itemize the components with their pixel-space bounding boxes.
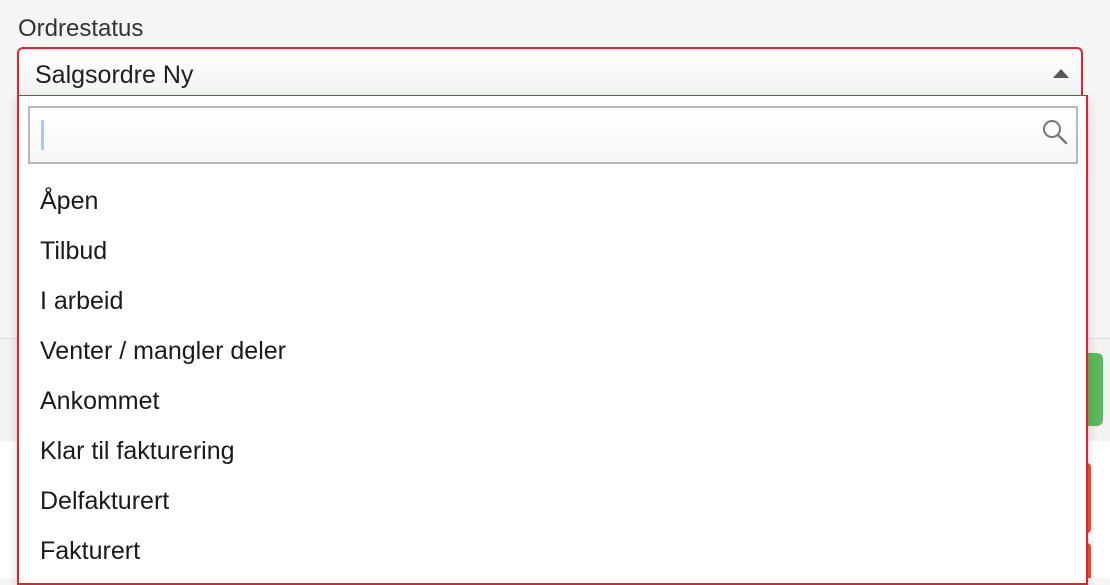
option-delfakturert[interactable]: Delfakturert xyxy=(19,476,1086,526)
selected-value: Salgsordre Ny xyxy=(35,61,194,89)
caret-up-icon[interactable] xyxy=(1053,69,1069,78)
ordrestatus-label: Ordrestatus xyxy=(18,15,144,42)
option-i-arbeid[interactable]: I arbeid xyxy=(19,276,1086,326)
ordrestatus-select[interactable]: Salgsordre Ny xyxy=(17,47,1083,95)
option-list: Åpen Tilbud I arbeid Venter / mangler de… xyxy=(19,176,1086,576)
option-klar-til-fakturering[interactable]: Klar til fakturering xyxy=(19,426,1086,476)
search-field[interactable] xyxy=(28,106,1078,164)
option-tilbud[interactable]: Tilbud xyxy=(19,226,1086,276)
search-input[interactable] xyxy=(40,114,1034,158)
option-ankommet[interactable]: Ankommet xyxy=(19,376,1086,426)
search-icon xyxy=(1043,120,1068,145)
option-apen[interactable]: Åpen xyxy=(19,176,1086,226)
green-action-button-edge[interactable] xyxy=(1087,353,1103,426)
option-fakturert[interactable]: Fakturert xyxy=(19,526,1086,576)
dropdown-panel: Åpen Tilbud I arbeid Venter / mangler de… xyxy=(17,95,1088,585)
option-venter-mangler-deler[interactable]: Venter / mangler deler xyxy=(19,326,1086,376)
